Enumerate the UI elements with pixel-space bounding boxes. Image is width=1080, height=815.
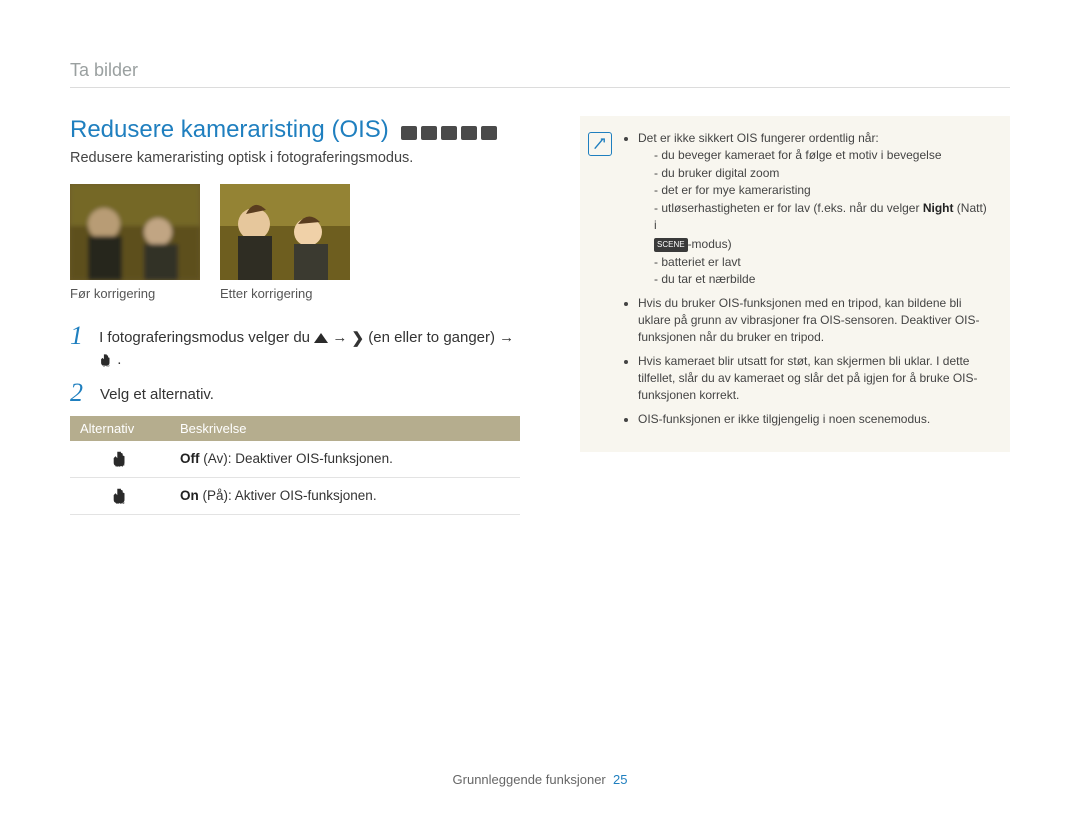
mode-icon	[441, 126, 457, 140]
note-body: Det er ikke sikkert OIS fungerer ordentl…	[622, 130, 992, 434]
svg-text:OIS: OIS	[102, 362, 109, 367]
mode-icon	[481, 126, 497, 140]
mode-icon	[401, 126, 417, 140]
text-fragment: Det er ikke sikkert OIS fungerer ordentl…	[638, 131, 879, 145]
text-bold: Night	[923, 201, 954, 215]
step-1: 1 I fotograferingsmodus velger du → ❯ (e…	[70, 323, 520, 370]
ois-on-icon: OIS	[70, 477, 170, 514]
left-column: Redusere kameraristing (OIS) Redusere ka…	[70, 116, 520, 515]
note-item: Det er ikke sikkert OIS fungerer ordentl…	[638, 130, 992, 289]
note-item: OIS-funksjonen er ikke tilgjengelig i no…	[638, 411, 992, 428]
ois-off-icon: OFF	[70, 441, 170, 478]
note-box: Det er ikke sikkert OIS fungerer ordentl…	[580, 116, 1010, 452]
comparison-photos	[70, 184, 520, 280]
ois-hand-icon: OIS	[99, 353, 113, 367]
heading-row: Redusere kameraristing (OIS)	[70, 116, 520, 144]
steps-list: 1 I fotograferingsmodus velger du → ❯ (e…	[70, 323, 520, 406]
note-subitem: du tar et nærbilde	[654, 271, 992, 288]
step-number: 2	[70, 380, 90, 406]
text-fragment: -modus)	[688, 237, 732, 251]
table-row: OIS On (På): Aktiver OIS-funksjonen.	[70, 477, 520, 514]
note-subitem: du beveger kameraet for å følge et motiv…	[654, 147, 992, 164]
caption-after: Etter korrigering	[220, 286, 350, 301]
cell-on-desc: On (På): Aktiver OIS-funksjonen.	[170, 477, 520, 514]
mode-icon-strip	[401, 126, 497, 140]
scene-mode-chip: SCENE	[654, 238, 688, 252]
step-2: 2 Velg et alternativ.	[70, 380, 520, 406]
text-fragment: utløserhastigheten er for lav (f.eks. nå…	[661, 201, 922, 215]
note-subitem: utløserhastigheten er for lav (f.eks. nå…	[654, 200, 992, 254]
divider-top	[70, 87, 1010, 88]
note-subitem: du bruker digital zoom	[654, 165, 992, 182]
text-fragment: (På): Aktiver OIS-funksjonen.	[199, 488, 377, 503]
text-bold: On	[180, 488, 199, 503]
col-header-alt: Alternativ	[70, 416, 170, 441]
options-table: Alternativ Beskrivelse OFF Off (Av): Dea…	[70, 416, 520, 515]
text-fragment: →	[332, 329, 351, 346]
note-icon	[588, 132, 612, 156]
step-text: Velg et alternativ.	[100, 380, 214, 406]
col-header-desc: Beskrivelse	[170, 416, 520, 441]
note-subitem: det er for mye kameraristing	[654, 182, 992, 199]
mode-icon	[421, 126, 437, 140]
table-row: OFF Off (Av): Deaktiver OIS-funksjonen.	[70, 441, 520, 478]
step-number: 1	[70, 323, 89, 370]
up-icon	[314, 333, 328, 343]
subtitle: Redusere kameraristing optisk i fotograf…	[70, 150, 520, 166]
note-item: Hvis kameraet blir utsatt for støt, kan …	[638, 353, 992, 405]
page-heading: Redusere kameraristing (OIS)	[70, 116, 389, 144]
svg-text:OIS: OIS	[115, 500, 125, 505]
text-fragment: .	[117, 351, 121, 368]
photo-after	[220, 184, 350, 280]
photo-before	[70, 184, 200, 280]
note-subitem: batteriet er lavt	[654, 254, 992, 271]
mode-icon	[461, 126, 477, 140]
breadcrumb: Ta bilder	[70, 60, 1010, 81]
chevron-right-icon: ❯	[352, 328, 365, 349]
step-text: I fotograferingsmodus velger du → ❯ (en …	[99, 323, 520, 370]
text-fragment: (Av): Deaktiver OIS-funksjonen.	[200, 451, 393, 466]
text-fragment: (en eller to ganger) →	[368, 329, 514, 346]
footer-section: Grunnleggende funksjoner	[453, 772, 606, 787]
cell-off-desc: Off (Av): Deaktiver OIS-funksjonen.	[170, 441, 520, 478]
svg-text:OFF: OFF	[115, 463, 125, 468]
page-footer: Grunnleggende funksjoner 25	[0, 772, 1080, 787]
text-bold: Off	[180, 451, 200, 466]
text-fragment: I fotograferingsmodus velger du	[99, 329, 314, 346]
caption-before: Før korrigering	[70, 286, 200, 301]
page-number: 25	[613, 772, 627, 787]
note-item: Hvis du bruker OIS-funksjonen med en tri…	[638, 295, 992, 347]
